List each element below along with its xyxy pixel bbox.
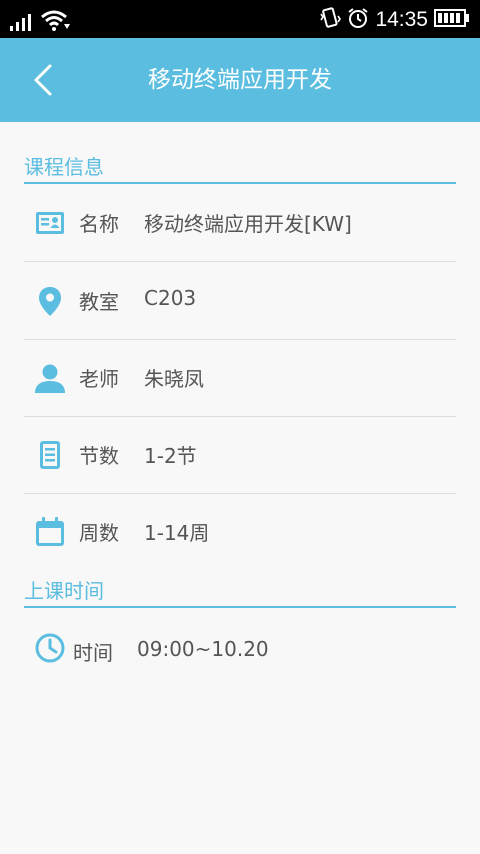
- row-label: 名称: [79, 212, 119, 236]
- battery-icon: [434, 8, 470, 32]
- location-pin-icon: [34, 285, 66, 317]
- person-icon: [34, 362, 66, 394]
- row-label: 周数: [79, 521, 119, 545]
- row-value: C203: [144, 286, 197, 310]
- info-row-teacher: 老师 朱晓凤: [24, 339, 456, 417]
- status-left: [10, 9, 70, 35]
- document-icon: [34, 439, 66, 471]
- row-label: 节数: [79, 444, 119, 468]
- alarm-icon: [347, 7, 369, 33]
- id-card-icon: [34, 207, 66, 239]
- app-bar: 移动终端应用开发: [0, 38, 480, 122]
- status-time: 14:35: [375, 8, 428, 31]
- wifi-icon: [40, 9, 70, 35]
- section-header-course-info: 课程信息: [24, 145, 456, 184]
- clock-icon: [34, 632, 66, 664]
- vibrate-icon: [319, 7, 342, 33]
- row-label: 教室: [79, 290, 119, 314]
- calendar-icon: [34, 516, 66, 548]
- row-value: 移动终端应用开发[KW]: [144, 212, 352, 236]
- signal-icon: [10, 13, 34, 35]
- row-value: 09:00~10.20: [137, 637, 269, 661]
- status-bar: 14:35: [0, 0, 480, 38]
- row-label: 老师: [79, 367, 119, 391]
- section-title: 课程信息: [24, 155, 104, 179]
- info-row-name: 名称 移动终端应用开发[KW]: [24, 184, 456, 262]
- info-row-time: 时间 09:00~10.20: [24, 610, 456, 687]
- info-row-classroom: 教室 C203: [24, 262, 456, 340]
- row-value: 朱晓凤: [144, 367, 204, 391]
- info-row-periods: 节数 1-2节: [24, 416, 456, 494]
- section-title: 上课时间: [24, 579, 104, 603]
- status-right: 14:35: [319, 7, 470, 33]
- page-title: 移动终端应用开发: [148, 67, 332, 93]
- row-label: 时间: [73, 641, 113, 665]
- section-header-class-time: 上课时间: [24, 569, 456, 608]
- row-value: 1-14周: [144, 521, 210, 545]
- row-value: 1-2节: [144, 444, 197, 468]
- info-row-weeks: 周数 1-14周: [24, 493, 456, 570]
